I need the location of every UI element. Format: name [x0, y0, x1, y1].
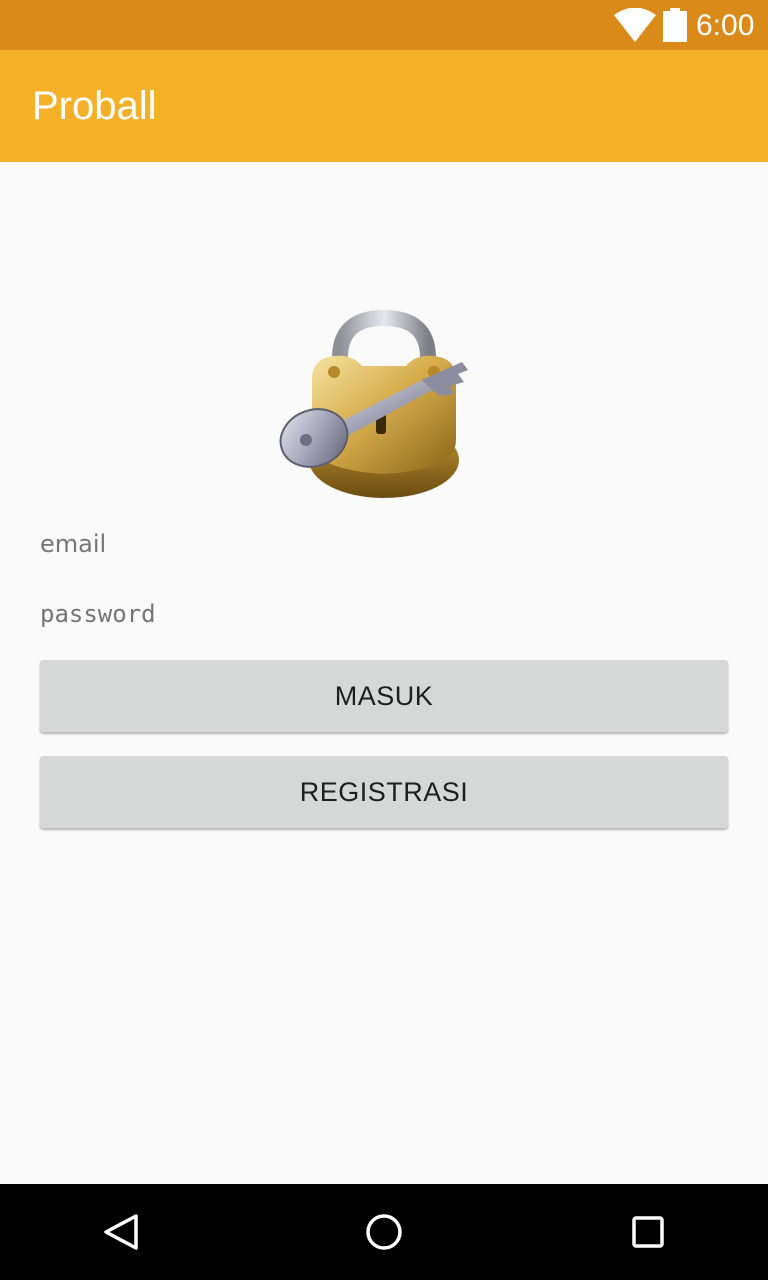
padlock-with-key-image [279, 310, 468, 498]
battery-icon [663, 8, 687, 42]
login-button[interactable]: MASUK [40, 660, 728, 732]
app-bar: Proball [0, 50, 768, 162]
app-title: Proball [32, 84, 157, 128]
recent-apps-icon[interactable] [628, 1212, 668, 1252]
status-bar: 6:00 [0, 0, 768, 50]
email-field[interactable]: email [40, 524, 728, 564]
wifi-icon [614, 8, 656, 42]
login-form: email password MASUK REGISTRASI [0, 162, 768, 1184]
back-icon[interactable] [100, 1212, 140, 1252]
navigation-bar [0, 1184, 768, 1280]
status-clock: 6:00 [696, 9, 755, 42]
register-button[interactable]: REGISTRASI [40, 756, 728, 828]
password-field[interactable]: password [40, 594, 728, 634]
home-icon[interactable] [364, 1212, 404, 1252]
